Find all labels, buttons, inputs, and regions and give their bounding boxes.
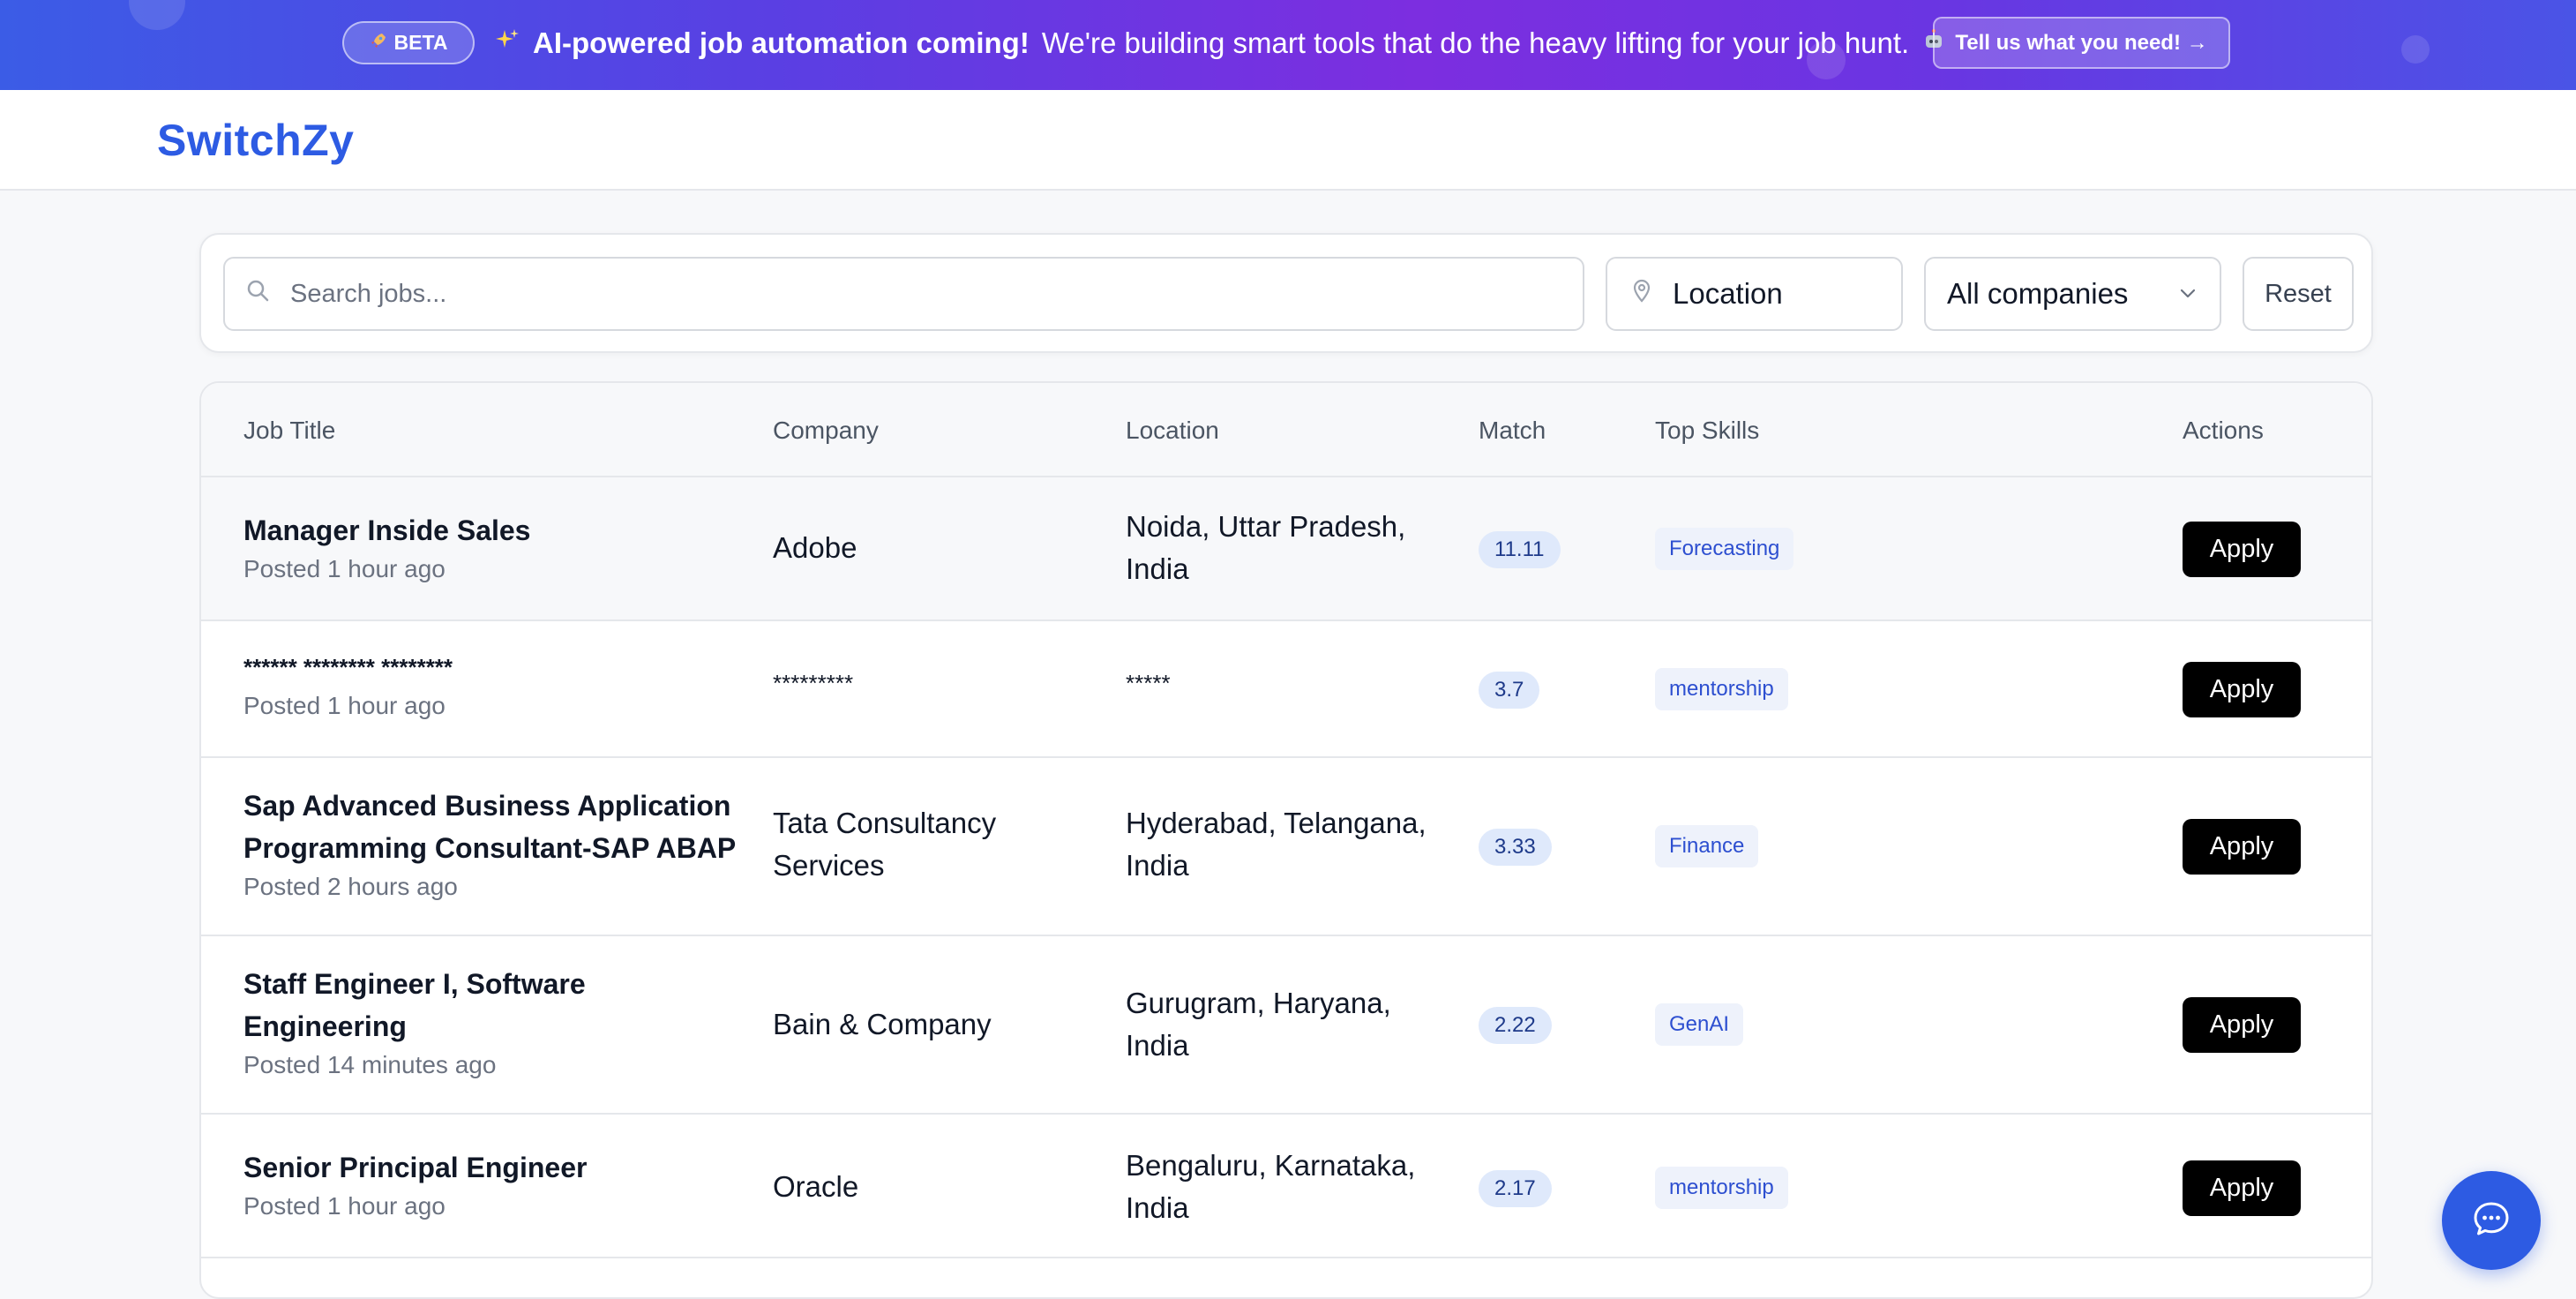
match-score-badge: 11.11 (1479, 531, 1561, 568)
search-input[interactable]: Search jobs... (223, 257, 1584, 331)
table-row[interactable]: ****** ******** ******** Posted 1 hour a… (201, 621, 2371, 758)
column-header-actions: Actions (2183, 417, 2264, 444)
chat-bubble-icon (2471, 1198, 2512, 1243)
site-header: SwitchZy (0, 90, 2576, 191)
apply-button[interactable]: Apply (2183, 997, 2301, 1053)
apply-button[interactable]: Apply (2183, 1160, 2301, 1216)
job-location: Hyderabad, Telangana, India (1126, 807, 1427, 882)
feedback-button[interactable]: Tell us what you need! → (1933, 17, 2230, 69)
match-score-badge: 3.7 (1479, 672, 1540, 709)
table-header: Job Title Company Location Match Top Ski… (201, 383, 2371, 477)
column-header-company[interactable]: Company (773, 417, 879, 445)
job-title[interactable]: Sap Advanced Business Application Progra… (243, 785, 773, 869)
table-row[interactable]: Staff Engineer I, Software Engineering P… (201, 936, 2371, 1115)
location-placeholder: Location (1673, 277, 1783, 310)
decorative-bubble (129, 0, 185, 30)
location-input[interactable]: Location (1606, 257, 1903, 331)
job-title[interactable]: Staff Engineer I, Software Engineering (243, 963, 667, 1047)
posted-time: Posted 2 hours ago (243, 873, 458, 900)
job-title-cell: Sap Advanced Business Application Progra… (243, 785, 773, 905)
match-score-badge: 2.22 (1479, 1007, 1552, 1044)
job-location: ***** (1126, 670, 1171, 696)
search-icon (244, 277, 271, 311)
skill-tag: mentorship (1655, 668, 1788, 710)
banner-message: AI-powered job automation coming! We're … (494, 24, 1946, 63)
apply-button[interactable]: Apply (2183, 819, 2301, 875)
logo[interactable]: SwitchZy (157, 115, 354, 166)
job-title-cell: Manager Inside Sales Posted 1 hour ago (243, 509, 773, 587)
apply-button[interactable]: Apply (2183, 662, 2301, 717)
company-name: Bain & Company (773, 1008, 992, 1040)
beta-badge: BETA (342, 21, 475, 64)
apply-button[interactable]: Apply (2183, 522, 2301, 577)
column-header-job-title[interactable]: Job Title (243, 417, 335, 445)
posted-time: Posted 1 hour ago (243, 555, 446, 582)
company-select-value: All companies (1947, 277, 2129, 310)
posted-time: Posted 1 hour ago (243, 692, 446, 719)
beta-label: BETA (393, 31, 448, 54)
column-header-location[interactable]: Location (1126, 417, 1219, 445)
job-title-cell: ****** ******** ******** Posted 1 hour a… (243, 646, 773, 724)
search-placeholder: Search jobs... (290, 279, 447, 308)
jobs-table: Job Title Company Location Match Top Ski… (199, 381, 2373, 1299)
match-score-badge: 2.17 (1479, 1170, 1552, 1207)
sparkles-icon (494, 26, 520, 60)
job-title[interactable]: Senior Principal Engineer (243, 1146, 773, 1189)
map-pin-icon (1629, 273, 1655, 315)
job-title[interactable]: ****** ******** ******** (243, 646, 773, 688)
skill-tag: Finance (1655, 825, 1759, 867)
chevron-down-icon (2177, 273, 2198, 315)
job-title[interactable]: Manager Inside Sales (243, 509, 773, 552)
job-location: Bengaluru, Karnataka, India (1126, 1149, 1416, 1224)
skill-tag: GenAI (1655, 1003, 1744, 1046)
rocket-icon (370, 31, 387, 55)
announcement-banner: BETA AI-powered job automation coming! W… (0, 0, 2576, 90)
job-location: Gurugram, Haryana, India (1126, 987, 1391, 1062)
filter-bar: Search jobs... Location All companies Re… (199, 233, 2373, 353)
posted-time: Posted 14 minutes ago (243, 1051, 497, 1078)
chat-button[interactable] (2442, 1171, 2541, 1270)
company-name: Tata Consultancy Services (773, 807, 997, 882)
skill-tag: mentorship (1655, 1167, 1788, 1209)
job-title-cell: Senior Principal Engineer Posted 1 hour … (243, 1146, 773, 1224)
skill-tag: Forecasting (1655, 528, 1794, 570)
job-location: Noida, Uttar Pradesh, India (1126, 510, 1406, 585)
table-row[interactable]: Manager Inside Sales Posted 1 hour ago A… (201, 477, 2371, 621)
reset-button[interactable]: Reset (2243, 257, 2354, 331)
table-row[interactable]: Senior Principal Engineer Posted 1 hour … (201, 1115, 2371, 1258)
company-name: ********* (773, 670, 854, 696)
company-name: Adobe (773, 531, 857, 564)
table-row[interactable]: Sap Advanced Business Application Progra… (201, 758, 2371, 936)
column-header-match[interactable]: Match (1479, 417, 1546, 445)
match-score-badge: 3.33 (1479, 829, 1552, 866)
column-header-top-skills: Top Skills (1655, 417, 1760, 444)
posted-time: Posted 1 hour ago (243, 1192, 446, 1220)
company-select[interactable]: All companies (1924, 257, 2221, 331)
decorative-bubble (2401, 35, 2430, 64)
job-title-cell: Staff Engineer I, Software Engineering P… (243, 963, 667, 1083)
banner-headline: AI-powered job automation coming! (533, 26, 1030, 59)
banner-body: We're building smart tools that do the h… (1041, 26, 1910, 59)
company-name: Oracle (773, 1170, 859, 1203)
